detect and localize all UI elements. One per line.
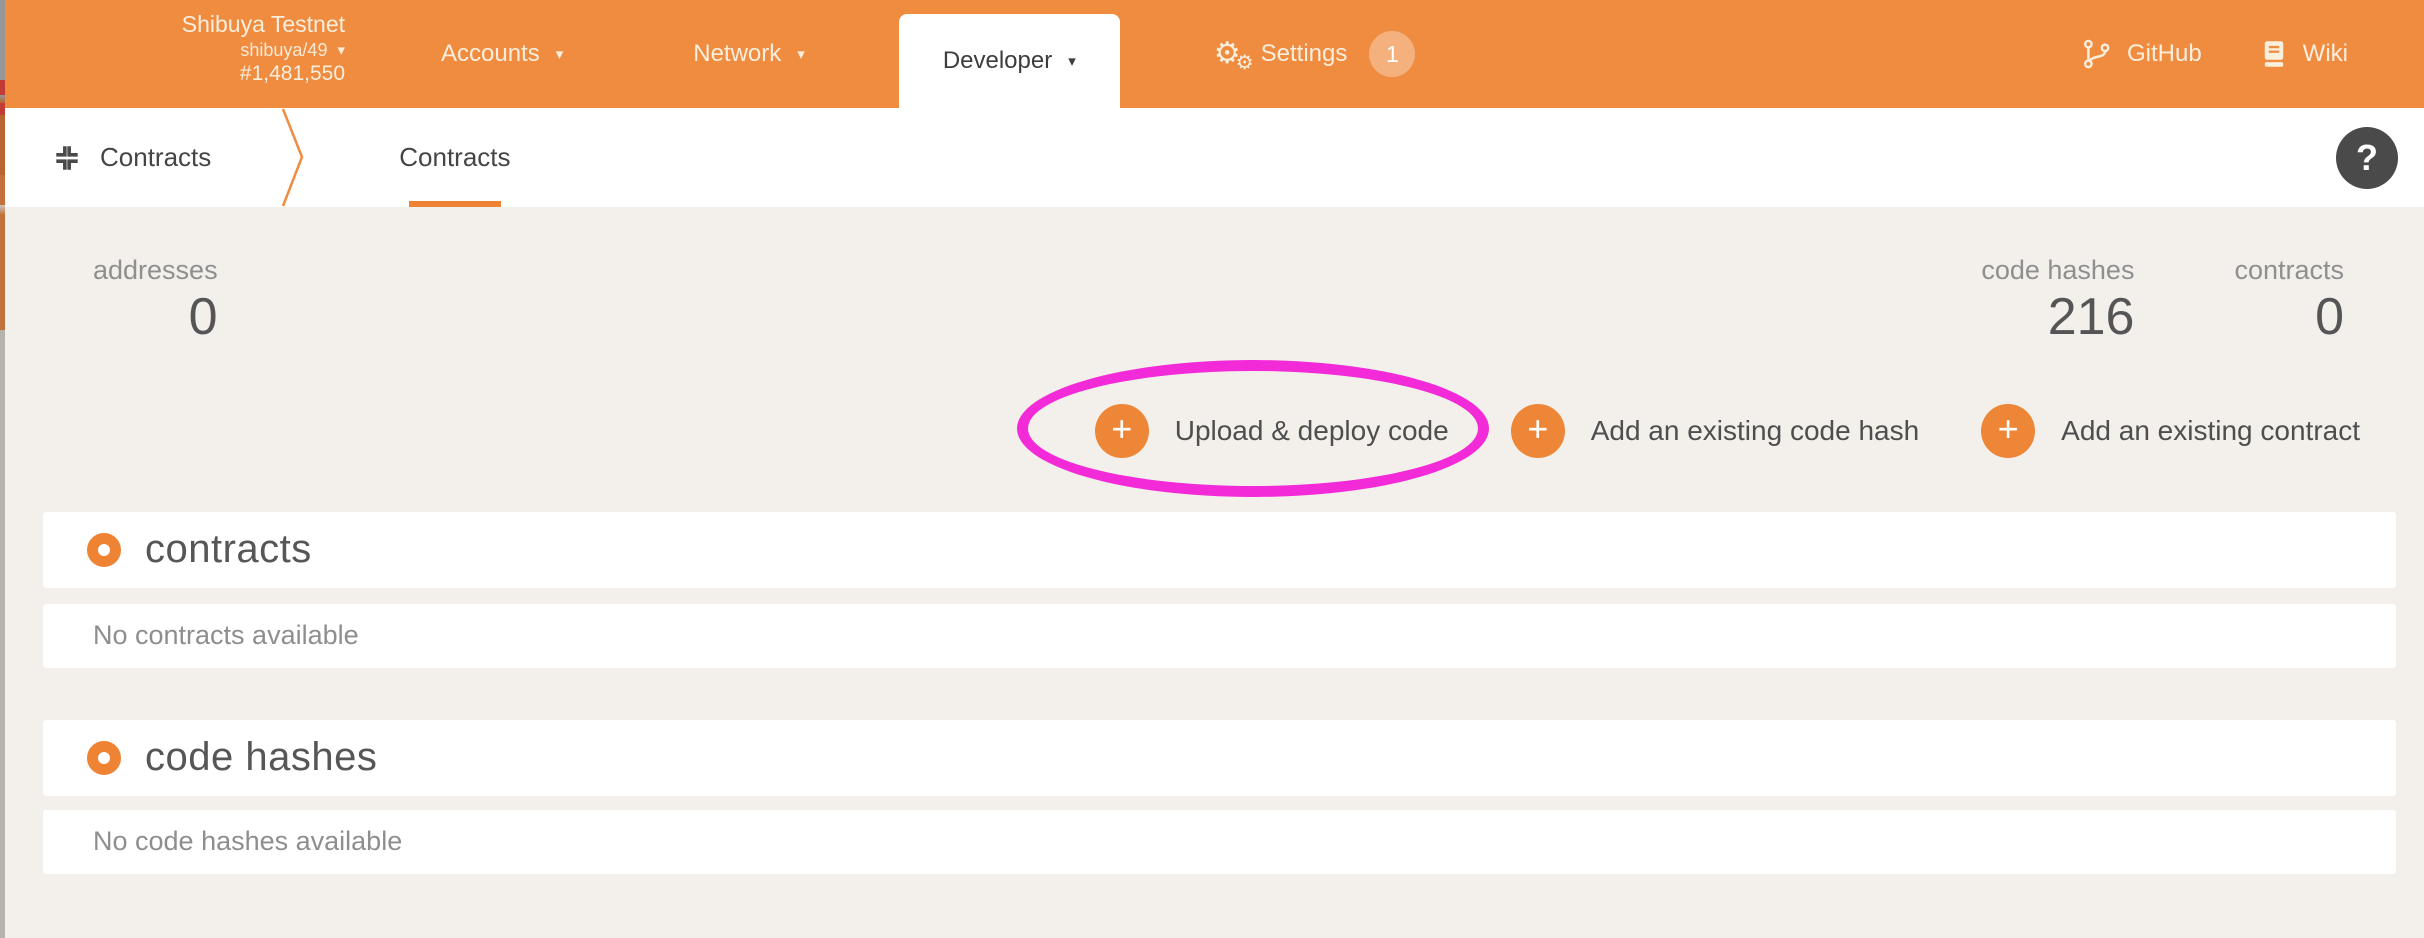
stat-code-hashes-label: code hashes bbox=[1981, 255, 2134, 286]
network-selector[interactable]: Shibuya Testnet shibuya/49 ▾ #1,481,550 bbox=[40, 10, 345, 88]
chevron-down-icon: ▾ bbox=[1068, 54, 1076, 69]
tab-contracts-label: Contracts bbox=[399, 142, 510, 173]
gear-icon: ⚙ bbox=[1236, 53, 1254, 73]
bullet-icon bbox=[87, 741, 121, 775]
add-existing-contract-button[interactable]: Add an existing contract bbox=[1981, 404, 2360, 458]
actions-row: Upload & deploy code Add an existing cod… bbox=[0, 402, 2424, 460]
nav-settings[interactable]: ⚙⚙ Settings 1 bbox=[1178, 0, 1452, 108]
stat-addresses: addresses 0 bbox=[93, 255, 218, 348]
chevron-down-icon: ▾ bbox=[556, 47, 564, 62]
network-node: shibuya/49 ▾ bbox=[40, 39, 345, 62]
node-version-label: shibuya/49 bbox=[240, 39, 327, 62]
main-nav: Accounts ▾ Network ▾ Developer ▾ ⚙⚙ Sett… bbox=[405, 0, 1451, 108]
breadcrumb-divider bbox=[281, 108, 307, 207]
network-name: Shibuya Testnet bbox=[40, 10, 345, 39]
help-button[interactable]: ? bbox=[2336, 127, 2398, 189]
code-hashes-empty-row: No code hashes available bbox=[43, 810, 2396, 874]
contracts-app-icon bbox=[52, 143, 82, 173]
chevron-down-icon: ▾ bbox=[797, 47, 805, 62]
contracts-page-content: addresses 0 code hashes 216 contracts 0 … bbox=[0, 207, 2424, 938]
stat-contracts: contracts 0 bbox=[2234, 255, 2344, 348]
breadcrumb: Contracts bbox=[100, 142, 211, 173]
plus-icon bbox=[1511, 404, 1565, 458]
summary-bar: addresses 0 code hashes 216 contracts 0 bbox=[0, 207, 2424, 348]
contracts-section: contracts No contracts available bbox=[43, 512, 2396, 668]
code-hashes-section: code hashes No code hashes available bbox=[43, 720, 2396, 874]
code-hashes-empty-text: No code hashes available bbox=[93, 826, 402, 857]
stat-code-hashes-value: 216 bbox=[1981, 288, 2134, 348]
right-stats: code hashes 216 contracts 0 bbox=[1981, 255, 2344, 348]
code-hashes-section-header: code hashes bbox=[43, 720, 2396, 796]
contracts-empty-row: No contracts available bbox=[43, 604, 2396, 668]
upload-deploy-code-label: Upload & deploy code bbox=[1175, 415, 1449, 447]
book-icon bbox=[2260, 39, 2288, 69]
tab-contracts[interactable]: Contracts bbox=[387, 108, 522, 207]
wiki-link[interactable]: Wiki bbox=[2260, 39, 2348, 69]
nav-settings-label: Settings bbox=[1261, 40, 1348, 68]
github-link[interactable]: GitHub bbox=[2082, 38, 2202, 70]
tab-bar: Contracts Contracts ? bbox=[0, 108, 2424, 207]
block-number: #1,481,550 bbox=[40, 61, 345, 87]
stat-contracts-label: contracts bbox=[2234, 255, 2344, 286]
plus-icon bbox=[1095, 404, 1149, 458]
add-existing-code-hash-button[interactable]: Add an existing code hash bbox=[1511, 404, 1919, 458]
code-hashes-section-title: code hashes bbox=[145, 735, 377, 780]
stat-contracts-value: 0 bbox=[2234, 288, 2344, 348]
add-existing-code-hash-label: Add an existing code hash bbox=[1591, 415, 1919, 447]
upload-deploy-code-button[interactable]: Upload & deploy code bbox=[1095, 404, 1449, 458]
add-existing-contract-label: Add an existing contract bbox=[2061, 415, 2360, 447]
github-label: GitHub bbox=[2127, 40, 2202, 68]
stat-addresses-label: addresses bbox=[93, 255, 218, 286]
nav-developer-label: Developer bbox=[943, 47, 1052, 75]
contracts-empty-text: No contracts available bbox=[93, 620, 359, 651]
settings-badge: 1 bbox=[1369, 31, 1415, 77]
nav-accounts-label: Accounts bbox=[441, 40, 540, 68]
bullet-icon bbox=[87, 533, 121, 567]
gear-icon: ⚙⚙ bbox=[1214, 39, 1241, 69]
contracts-section-header: contracts bbox=[43, 512, 2396, 588]
nav-network-label: Network bbox=[693, 40, 781, 68]
top-navigation-bar: Shibuya Testnet shibuya/49 ▾ #1,481,550 … bbox=[0, 0, 2424, 108]
wiki-label: Wiki bbox=[2303, 40, 2348, 68]
git-branch-icon bbox=[2082, 38, 2112, 70]
screen-edge-artifact bbox=[0, 0, 5, 938]
external-links: GitHub Wiki bbox=[2082, 0, 2348, 108]
nav-accounts[interactable]: Accounts ▾ bbox=[405, 0, 599, 108]
stat-code-hashes: code hashes 216 bbox=[1981, 255, 2134, 348]
chevron-down-icon: ▾ bbox=[337, 43, 345, 58]
plus-icon bbox=[1981, 404, 2035, 458]
nav-network[interactable]: Network ▾ bbox=[657, 0, 841, 108]
nav-developer[interactable]: Developer ▾ bbox=[899, 14, 1120, 108]
stat-addresses-value: 0 bbox=[93, 288, 218, 348]
contracts-section-title: contracts bbox=[145, 527, 312, 572]
